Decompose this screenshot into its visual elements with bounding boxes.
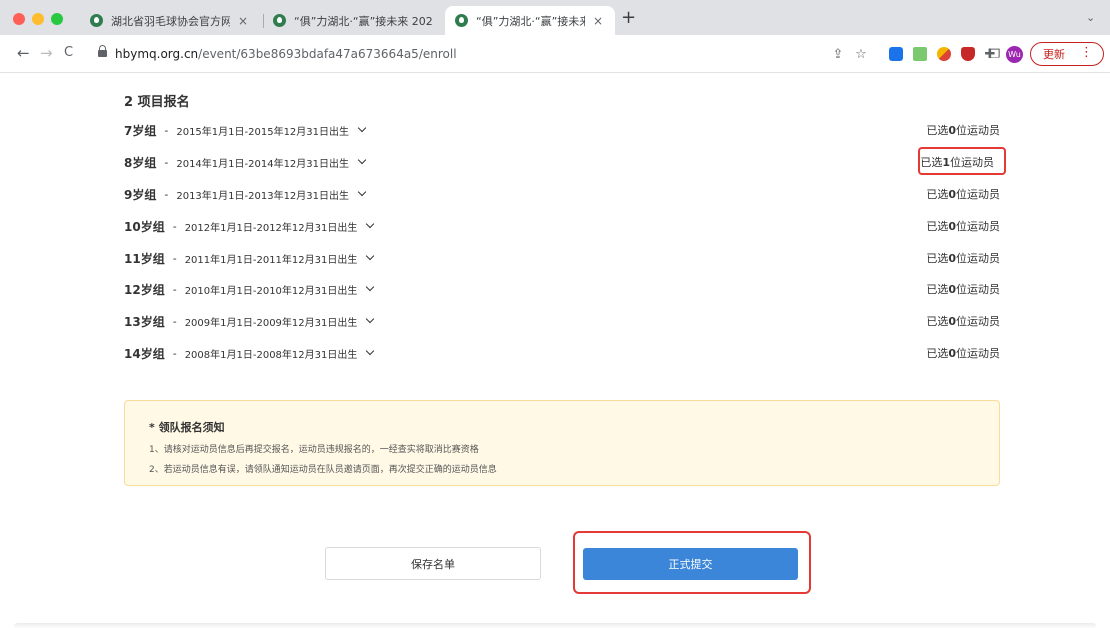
tab-title: “俱”力湖北·“赢”接未来 2022年 <box>294 14 433 28</box>
group-birth-range: 2015年1月1日-2015年12月31日出生 <box>176 126 350 138</box>
group-name: 10岁组 <box>124 219 165 234</box>
age-group-row[interactable]: 11岁组 - 2011年1月1日-2011年12月31日出生 已选0位运动员 <box>124 248 1000 268</box>
age-group-row[interactable]: 12岁组 - 2010年1月1日-2010年12月31日出生 已选0位运动员 <box>124 279 1000 299</box>
extension-screenshot-icon[interactable] <box>888 44 904 64</box>
notice-title: * 领队报名须知 <box>149 421 225 434</box>
group-dash: - <box>164 155 169 169</box>
age-group-row[interactable]: 10岁组 - 2012年1月1日-2012年12月31日出生 已选0位运动员 <box>124 216 1000 236</box>
group-name: 13岁组 <box>124 314 165 329</box>
chevron-down-icon[interactable] <box>366 251 375 261</box>
extension-shield-icon[interactable] <box>960 44 976 64</box>
group-birth-range: 2010年1月1日-2010年12月31日出生 <box>184 285 358 297</box>
group-birth-range: 2013年1月1日-2013年12月31日出生 <box>176 190 350 202</box>
bookmark-star-icon[interactable]: ☆ <box>853 44 869 64</box>
selected-athlete-count: 已选0位运动员 <box>926 283 1000 296</box>
window-minimize-button[interactable] <box>32 13 44 25</box>
profile-avatar[interactable]: Wu <box>1006 46 1023 63</box>
group-dash: - <box>172 346 177 360</box>
tab-title: 湖北省羽毛球协会官方网站 <box>111 14 230 28</box>
url-path: /event/63be8693bdafa47a673664a5/enroll <box>198 47 457 61</box>
leader-notice-panel: * 领队报名须知 1、请核对运动员信息后再提交报名，运动员违规报名的，一经查实将… <box>124 400 1000 486</box>
browser-tab-3-active[interactable]: “俱”力湖北·“赢”接未来 2022年 × <box>445 6 615 35</box>
group-name: 11岁组 <box>124 251 165 266</box>
chevron-down-icon[interactable] <box>366 282 375 292</box>
group-birth-range: 2011年1月1日-2011年12月31日出生 <box>184 254 358 266</box>
age-group-row[interactable]: 14岁组 - 2008年1月1日-2008年12月31日出生 已选0位运动员 <box>124 343 1000 363</box>
group-birth-range: 2012年1月1日-2012年12月31日出生 <box>184 222 358 234</box>
notice-line: 2、若运动员信息有误，请领队通知运动员在队员邀请页面，再次提交正确的运动员信息 <box>149 465 497 475</box>
extension-translate-icon[interactable] <box>912 44 928 64</box>
selected-athlete-count: 已选0位运动员 <box>926 252 1000 265</box>
selected-athlete-count: 已选0位运动员 <box>926 188 1000 201</box>
group-dash: - <box>172 251 177 265</box>
group-name: 8岁组 <box>124 155 157 170</box>
formal-submit-button[interactable]: 正式提交 <box>583 548 798 580</box>
chevron-down-icon[interactable] <box>366 346 375 356</box>
browser-tab-1[interactable]: 湖北省羽毛球协会官方网站 × <box>80 6 260 35</box>
window-zoom-button[interactable] <box>51 13 63 25</box>
lock-icon[interactable] <box>98 45 107 59</box>
close-tab-icon[interactable]: × <box>591 14 605 28</box>
address-bar[interactable]: hbymq.org.cn/event/63be8693bdafa47a67366… <box>86 40 786 68</box>
back-button[interactable]: ← <box>17 45 30 61</box>
forward-button[interactable]: → <box>40 45 53 61</box>
site-favicon-icon <box>90 14 103 27</box>
browser-tab-strip: 湖北省羽毛球协会官方网站 × “俱”力湖北·“赢”接未来 2022年 “俱”力湖… <box>0 0 1110 35</box>
group-name: 14岁组 <box>124 346 165 361</box>
group-dash: - <box>164 123 169 137</box>
group-dash: - <box>172 282 177 296</box>
browser-toolbar: ← → C hbymq.org.cn/event/63be8693bdafa47… <box>0 35 1110 73</box>
page-bottom-shadow <box>14 623 1096 628</box>
chevron-down-icon[interactable] <box>357 123 367 133</box>
update-browser-button[interactable]: 更新 ⋮ <box>1030 42 1104 66</box>
age-group-row[interactable]: 13岁组 - 2009年1月1日-2009年12月31日出生 已选0位运动员 <box>124 311 1000 331</box>
selected-athlete-count: 已选0位运动员 <box>926 347 1000 360</box>
tab-search-chevron-icon[interactable]: ⌄ <box>1086 11 1095 24</box>
selected-athlete-count: 已选0位运动员 <box>926 315 1000 328</box>
enroll-page: 2 项目报名 7岁组 - 2015年1月1日-2015年12月31日出生 已选0… <box>0 74 1110 628</box>
browser-tab-2[interactable]: “俱”力湖北·“赢”接未来 2022年 <box>263 6 443 35</box>
group-dash: - <box>172 219 177 233</box>
age-group-row[interactable]: 9岁组 - 2013年1月1日-2013年12月31日出生 已选0位运动员 <box>124 184 1000 204</box>
url-text[interactable]: hbymq.org.cn/event/63be8693bdafa47a67366… <box>115 47 457 61</box>
extension-color-icon[interactable] <box>936 44 952 64</box>
reload-button[interactable]: C <box>64 45 73 61</box>
url-domain: hbymq.org.cn <box>115 47 199 61</box>
selected-athlete-count: 已选0位运动员 <box>926 124 1000 137</box>
tab-title: “俱”力湖北·“赢”接未来 2022年 <box>476 14 585 28</box>
share-icon[interactable]: ⇪ <box>830 44 846 64</box>
chevron-down-icon[interactable] <box>357 187 367 197</box>
site-favicon-icon <box>273 14 286 27</box>
group-name: 12岁组 <box>124 282 165 297</box>
site-favicon-icon <box>455 14 468 27</box>
group-birth-range: 2014年1月1日-2014年12月31日出生 <box>176 158 350 170</box>
more-menu-icon[interactable]: ⋮ <box>1080 45 1093 61</box>
section-title: 2 项目报名 <box>124 95 190 110</box>
group-dash: - <box>172 314 177 328</box>
age-group-row[interactable]: 8岁组 - 2014年1月1日-2014年12月31日出生 已选1位运动员 <box>124 152 1000 172</box>
group-name: 7岁组 <box>124 123 157 138</box>
window-close-button[interactable] <box>13 13 25 25</box>
chevron-down-icon[interactable] <box>366 314 375 324</box>
side-panel-icon[interactable]: ❐ <box>988 44 1002 64</box>
save-list-button[interactable]: 保存名单 <box>325 547 541 580</box>
group-birth-range: 2009年1月1日-2009年12月31日出生 <box>184 317 358 329</box>
selected-athlete-count: 已选0位运动员 <box>926 220 1000 233</box>
close-tab-icon[interactable]: × <box>236 14 250 28</box>
notice-line: 1、请核对运动员信息后再提交报名，运动员违规报名的，一经查实将取消比赛资格 <box>149 445 479 455</box>
group-dash: - <box>164 187 169 201</box>
group-birth-range: 2008年1月1日-2008年12月31日出生 <box>184 349 358 361</box>
age-group-row[interactable]: 7岁组 - 2015年1月1日-2015年12月31日出生 已选0位运动员 <box>124 120 1000 140</box>
update-label: 更新 <box>1043 48 1065 61</box>
selected-count-highlight-box <box>918 147 1006 175</box>
chevron-down-icon[interactable] <box>366 219 375 229</box>
new-tab-button[interactable]: + <box>621 9 636 27</box>
group-name: 9岁组 <box>124 187 157 202</box>
chevron-down-icon[interactable] <box>357 155 367 165</box>
